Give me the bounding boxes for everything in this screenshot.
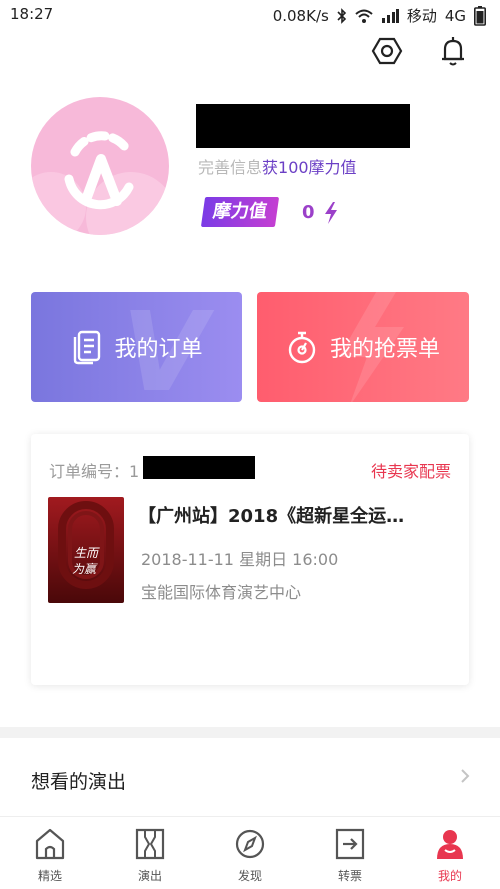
avatar-logo-icon xyxy=(31,131,169,235)
event-title: 【广州站】2018《超新星全运… xyxy=(138,506,405,527)
tab-mine[interactable]: 我的 xyxy=(400,817,500,889)
my-orders-button[interactable]: V 我的订单 xyxy=(31,292,242,402)
complete-info-reward: 获100摩力值 xyxy=(262,158,357,177)
notification-button[interactable] xyxy=(436,34,470,68)
order-number-label: 订单编号：1 xyxy=(49,462,140,481)
event-poster: 生而 为赢 xyxy=(48,497,124,603)
network-speed: 0.08K/s xyxy=(272,6,329,25)
event-datetime: 2018-11-11 星期日 16:00 xyxy=(141,550,339,569)
tab-featured-label: 精选 xyxy=(37,869,62,883)
my-ticket-grabs-label: 我的抢票单 xyxy=(329,337,440,362)
my-orders-label: 我的订单 xyxy=(114,337,203,362)
section-divider xyxy=(0,727,500,738)
chevron-right-icon xyxy=(461,769,470,783)
tab-discover-label: 发现 xyxy=(237,869,262,883)
status-right: 0.08K/s 移动 4G xyxy=(273,5,486,26)
tab-transfer-label: 转票 xyxy=(337,869,362,883)
complete-info-prefix: 完善信息 xyxy=(198,158,263,177)
settings-button[interactable] xyxy=(370,34,404,68)
order-document-icon xyxy=(74,330,101,365)
complete-info-link[interactable]: 完善信息获100摩力值 xyxy=(198,154,357,178)
avatar[interactable] xyxy=(31,97,169,235)
bell-icon xyxy=(442,37,464,66)
bluetooth-icon xyxy=(337,7,347,24)
tab-shows-label: 演出 xyxy=(137,869,162,883)
tab-shows[interactable]: 演出 xyxy=(100,817,200,889)
transfer-icon xyxy=(335,828,365,860)
status-time: 18:27 xyxy=(10,5,54,23)
points-badge: 摩力值 xyxy=(200,197,280,227)
battery-icon xyxy=(474,5,486,26)
order-card[interactable]: 订单编号：1 待卖家配票 生而 为赢 【广州站】2018《超新星全运… 2018… xyxy=(31,434,469,685)
compass-icon xyxy=(235,829,265,859)
svg-text:为赢: 为赢 xyxy=(72,562,98,576)
tab-discover[interactable]: 发现 xyxy=(200,817,300,889)
ticket-icon xyxy=(135,828,165,860)
points-value: 0 xyxy=(302,202,315,223)
my-ticket-grabs-button[interactable]: 我的抢票单 xyxy=(257,292,469,402)
username-redacted xyxy=(196,104,410,148)
home-icon xyxy=(35,828,65,860)
event-venue: 宝能国际体育演艺中心 xyxy=(141,583,302,602)
hexagon-settings-icon xyxy=(371,37,403,65)
stopwatch-icon xyxy=(288,331,316,364)
status-bar: 18:27 0.08K/s 移动 4G xyxy=(0,0,500,30)
wishlist-row[interactable]: 想看的演出 xyxy=(0,738,500,817)
tab-transfer[interactable]: 转票 xyxy=(300,817,400,889)
poster-artwork-icon: 生而 为赢 xyxy=(58,501,114,589)
tab-featured[interactable]: 精选 xyxy=(0,817,100,889)
bottom-tab-bar: 精选 演出 发现 转票 我的 xyxy=(0,817,500,889)
order-number-redacted xyxy=(143,456,255,479)
wishlist-label: 想看的演出 xyxy=(31,771,127,793)
svg-text:生而: 生而 xyxy=(74,546,100,560)
network-type: 4G xyxy=(444,6,466,25)
carrier: 移动 xyxy=(406,7,437,25)
profile-icon xyxy=(437,830,463,859)
tab-mine-label: 我的 xyxy=(437,869,462,883)
order-status: 待卖家配票 xyxy=(370,462,451,481)
wifi-icon xyxy=(355,9,373,23)
signal-icon xyxy=(381,8,399,23)
lightning-icon xyxy=(323,202,339,228)
